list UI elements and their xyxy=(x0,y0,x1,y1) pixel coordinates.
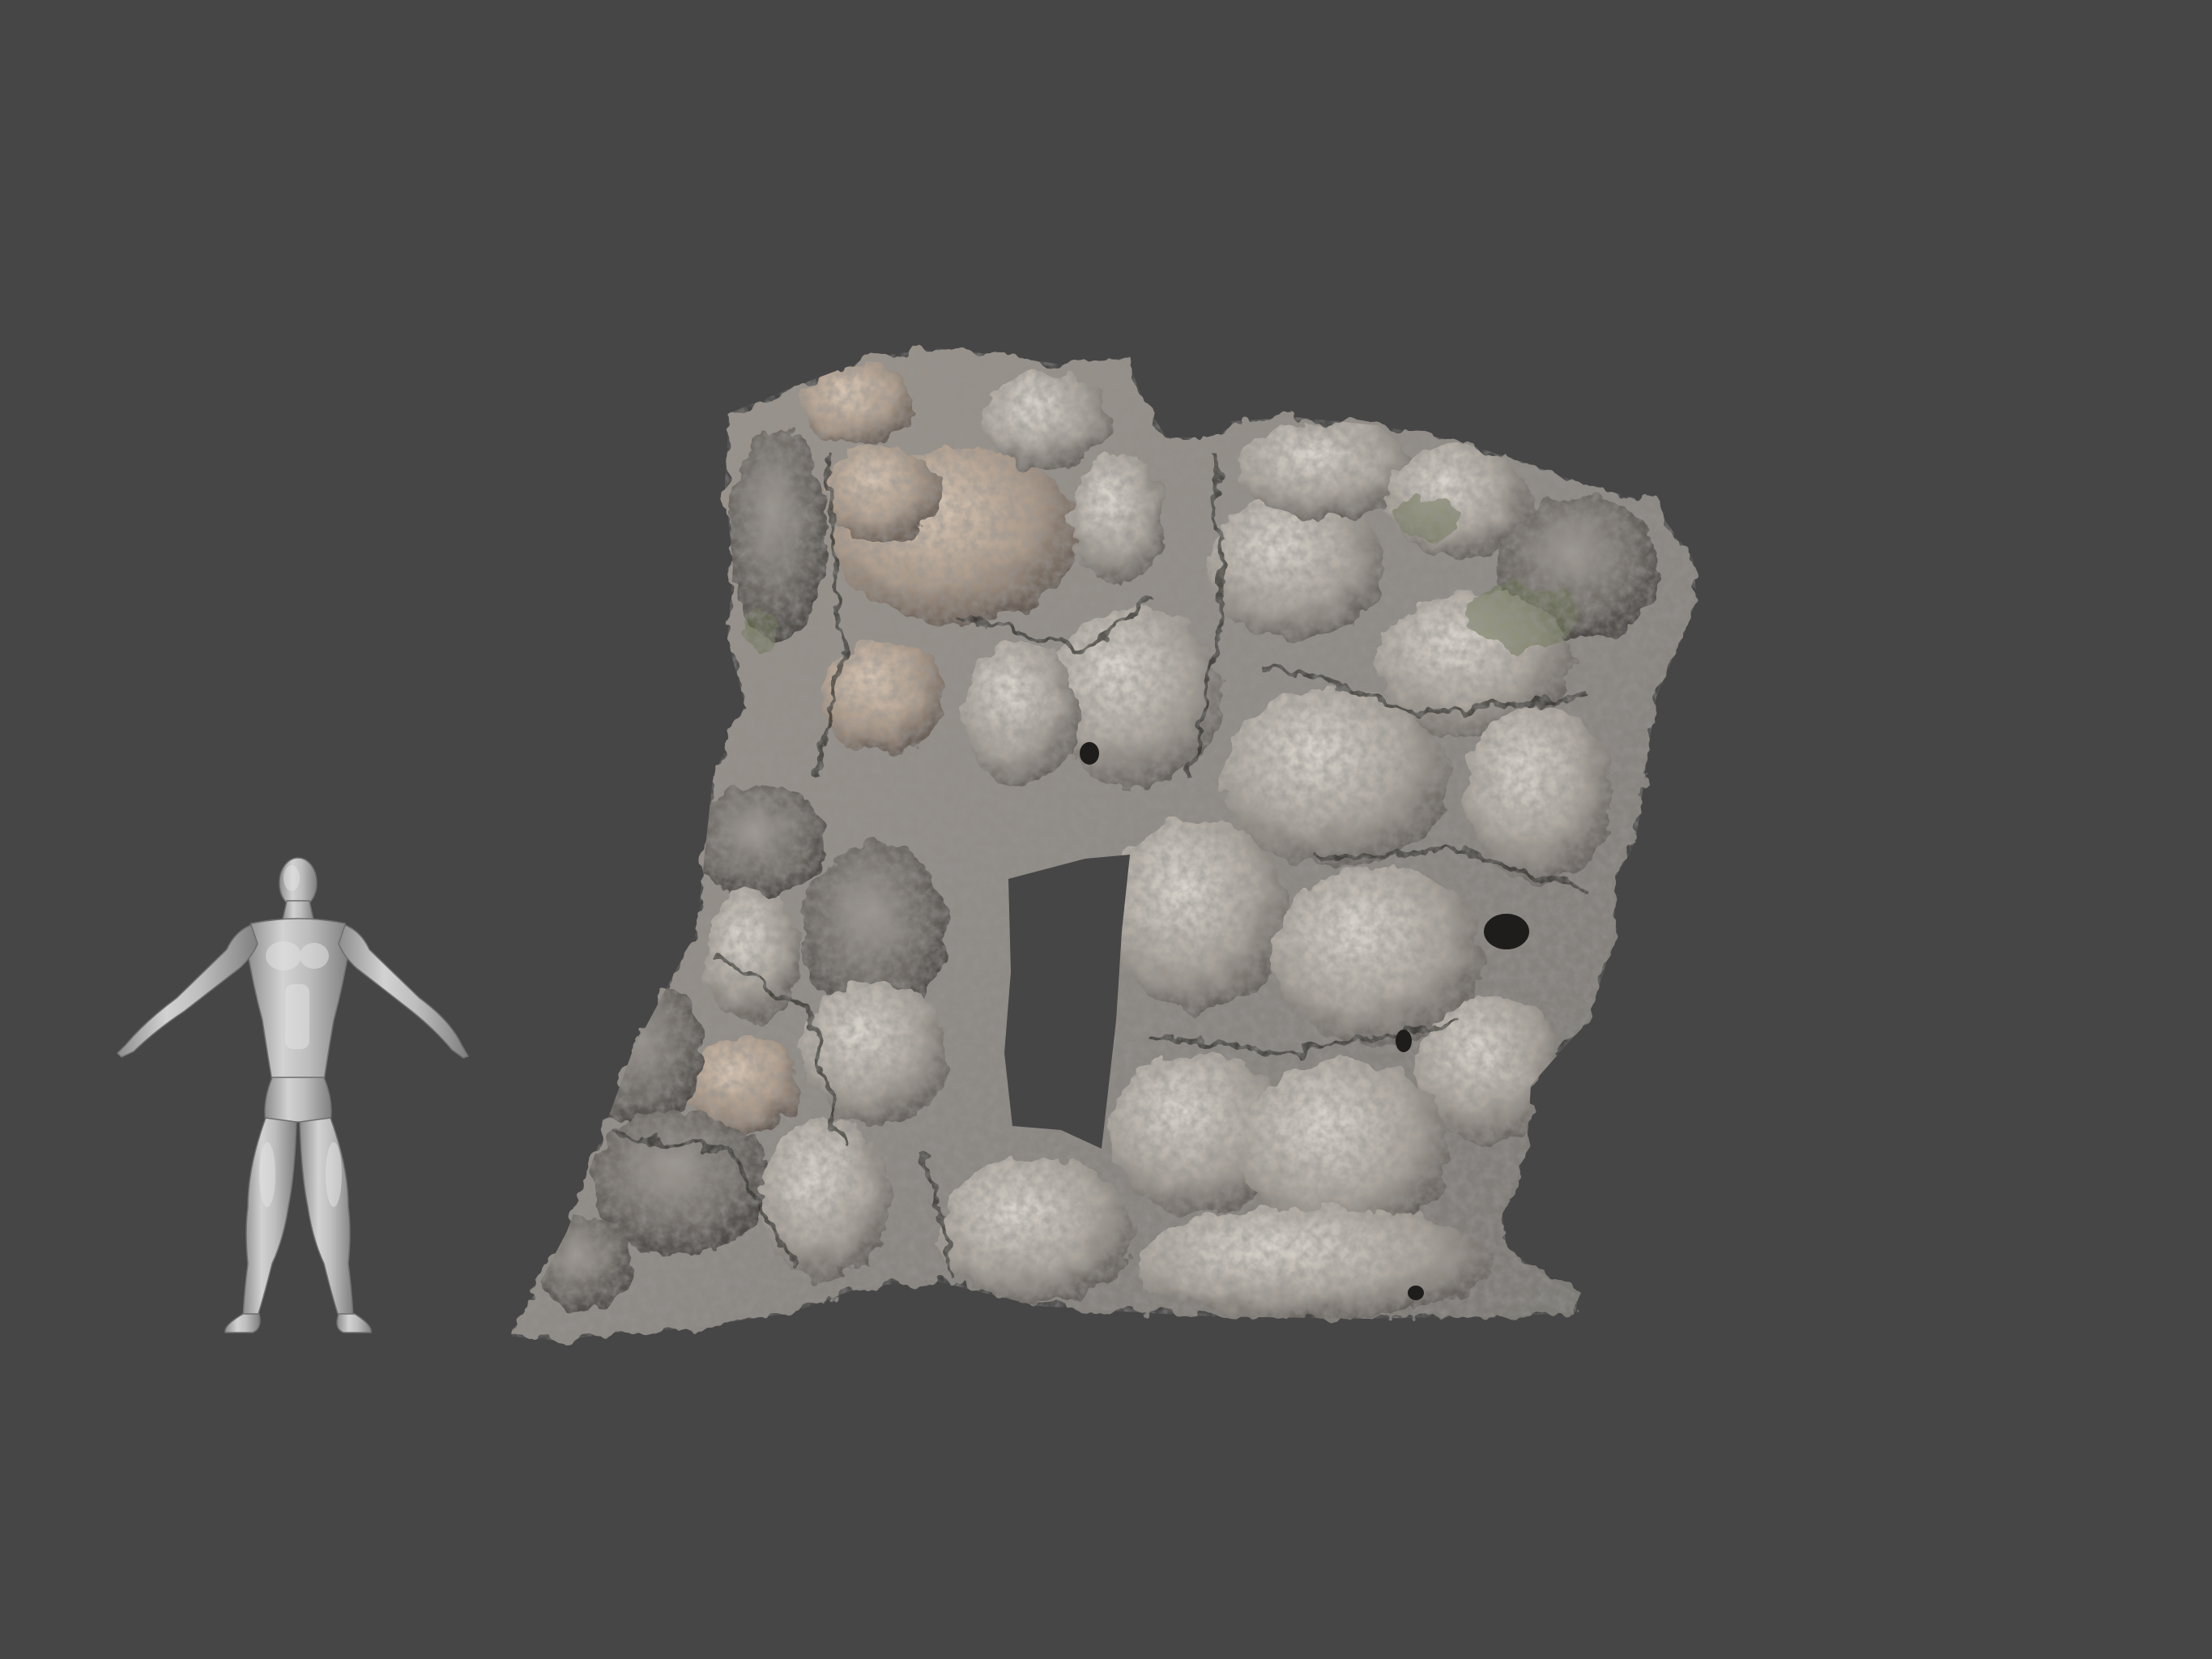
human-scale-figure xyxy=(116,857,470,1333)
3d-viewport[interactable] xyxy=(0,0,2212,1659)
rock-arch-model[interactable] xyxy=(486,324,1717,1361)
scene-canvas xyxy=(116,324,1717,1361)
